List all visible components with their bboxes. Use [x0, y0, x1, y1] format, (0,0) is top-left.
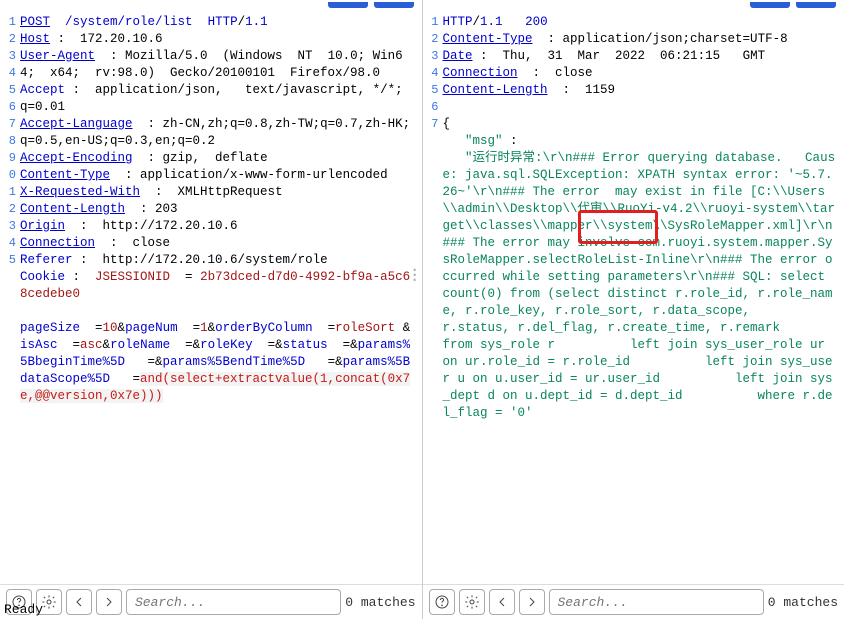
tab-stubs-right: [423, 0, 844, 10]
tab-stub[interactable]: [328, 2, 368, 8]
line-gutter: 1234567: [423, 14, 443, 584]
tab-stub[interactable]: [796, 2, 836, 8]
tab-stub[interactable]: [750, 2, 790, 8]
arrow-right-icon[interactable]: [519, 589, 545, 615]
status-bar: Ready: [0, 600, 47, 619]
line-gutter: 123456789012345: [0, 14, 20, 584]
request-content[interactable]: POST /system/role/list HTTP/1.1Host : 17…: [20, 14, 422, 584]
search-footer: 0 matches: [423, 584, 844, 619]
search-input[interactable]: [126, 589, 341, 615]
response-pane: 1234567 HTTP/1.1 200Content-Type : appli…: [423, 0, 844, 619]
response-code[interactable]: 1234567 HTTP/1.1 200Content-Type : appli…: [423, 10, 844, 584]
help-icon[interactable]: [429, 589, 455, 615]
tab-stubs-left: [0, 0, 422, 10]
vertical-dots-icon[interactable]: ...: [410, 265, 420, 280]
request-pane: 123456789012345 POST /system/role/list H…: [0, 0, 423, 619]
match-count: 0 matches: [768, 595, 838, 610]
search-input[interactable]: [549, 589, 764, 615]
match-count: 0 matches: [345, 595, 415, 610]
tab-stub[interactable]: [374, 2, 414, 8]
response-content[interactable]: HTTP/1.1 200Content-Type : application/j…: [443, 14, 844, 584]
arrow-left-icon[interactable]: [66, 589, 92, 615]
search-footer: 0 matches: [0, 584, 422, 619]
request-code[interactable]: 123456789012345 POST /system/role/list H…: [0, 10, 422, 584]
arrow-left-icon[interactable]: [489, 589, 515, 615]
arrow-right-icon[interactable]: [96, 589, 122, 615]
gear-icon[interactable]: [459, 589, 485, 615]
